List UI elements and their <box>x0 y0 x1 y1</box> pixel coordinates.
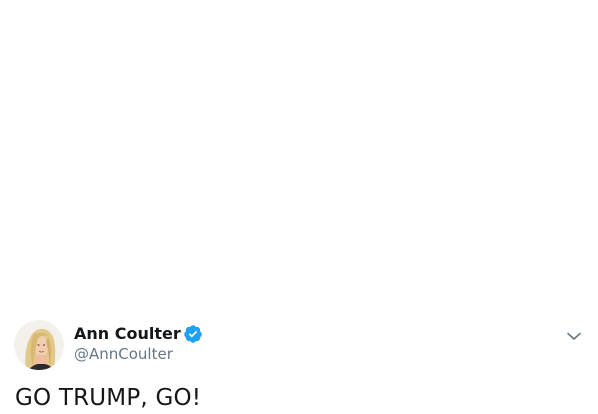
avatar[interactable] <box>14 320 64 370</box>
tweet-header: Ann Coulter @AnnCoulter <box>14 320 586 370</box>
tweet-menu-button[interactable] <box>562 324 586 348</box>
user-handle[interactable]: @AnnCoulter <box>74 345 203 364</box>
chevron-down-icon <box>567 332 581 340</box>
verified-badge-icon <box>183 324 203 344</box>
avatar-image <box>14 320 64 370</box>
media-placeholder <box>0 0 598 310</box>
display-name[interactable]: Ann Coulter <box>74 324 181 344</box>
tweet-text: GO TRUMP, GO! <box>15 385 202 411</box>
name-row: Ann Coulter <box>74 324 203 344</box>
author-info[interactable]: Ann Coulter @AnnCoulter <box>74 324 203 364</box>
